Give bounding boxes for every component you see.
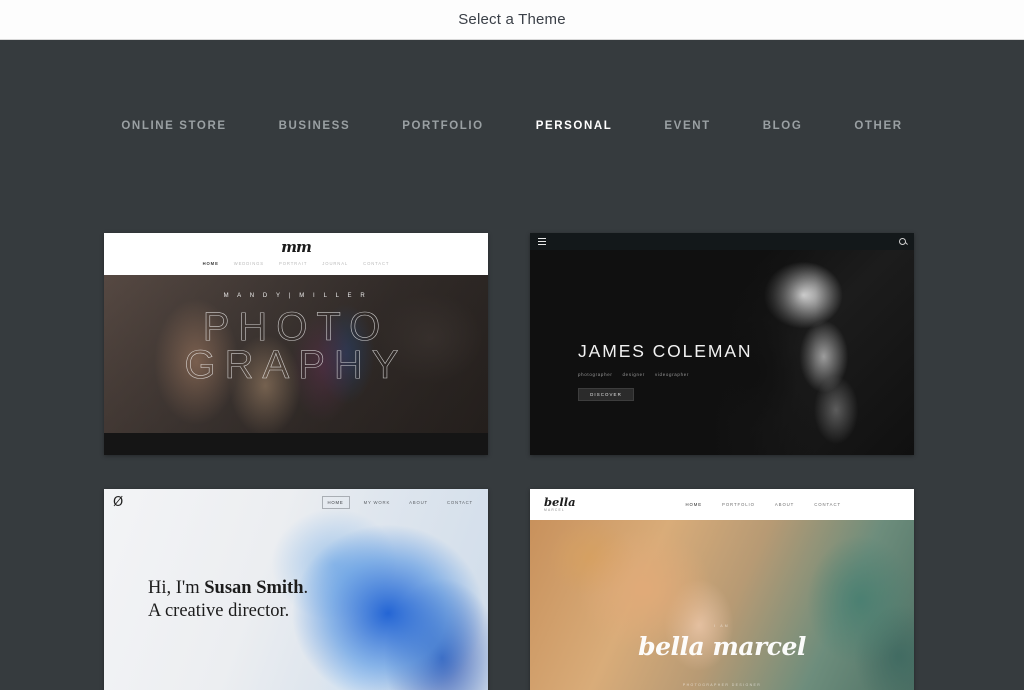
preview-nav-item: CONTACT	[446, 499, 473, 505]
preview-nav-item: ABOUT	[774, 502, 795, 507]
theme-card-james-coleman[interactable]: JAMES COLEMAN photographer designer vide…	[530, 233, 914, 455]
theme-hero-image: I AM bella marcel PHOTOGRAPHER DESIGNER …	[530, 520, 914, 690]
theme-card-mandy-miller[interactable]: mm HOME WEDDINGS PORTRAIT JOURNAL CONTAC…	[104, 233, 488, 455]
theme-card-bella-marcel[interactable]: bella MARCEL HOME PORTFOLIO ABOUT CONTAC…	[530, 489, 914, 690]
hero-headline-line2: GRAPHY	[184, 343, 408, 387]
preview-nav-item: CONTACT	[814, 502, 841, 507]
category-other[interactable]: OTHER	[854, 120, 902, 132]
theme-logo: Ø	[113, 494, 124, 510]
category-online-store[interactable]: ONLINE STORE	[121, 120, 226, 132]
theme-preview-header: mm HOME WEDDINGS PORTRAIT JOURNAL CONTAC…	[104, 233, 488, 275]
hero-title: bella marcel	[638, 632, 806, 661]
hero-tagline-1: PHOTOGRAPHER DESIGNER	[682, 683, 762, 687]
theme-hero-image: M A N D Y | M I L L E R PHOTO GRAPHY	[104, 275, 488, 433]
theme-preview-header: Ø HOME MY WORK ABOUT CONTACT	[104, 489, 488, 515]
hero-headline: Hi, I'm Susan Smith. A creative director…	[148, 577, 323, 622]
preview-nav-item: ABOUT	[409, 499, 428, 505]
discover-button: DISCOVER	[578, 388, 634, 401]
category-blog[interactable]: BLOG	[763, 120, 803, 132]
theme-preview-nav: HOME WEDDINGS PORTRAIT JOURNAL CONTACT	[203, 261, 390, 266]
theme-logo-script: bella	[544, 494, 576, 509]
theme-preview-nav: HOME MY WORK ABOUT CONTACT	[321, 495, 479, 509]
category-event[interactable]: EVENT	[664, 120, 710, 132]
page-title: Select a Theme	[458, 11, 566, 28]
theme-preview-footer	[104, 433, 488, 455]
hero-role: videographer	[654, 372, 690, 377]
headline-name: Susan Smith	[204, 578, 304, 598]
hamburger-icon	[538, 237, 546, 246]
theme-picker-stage: ONLINE STORE BUSINESS PORTFOLIO PERSONAL…	[0, 40, 1024, 690]
category-business[interactable]: BUSINESS	[279, 120, 351, 132]
theme-logo: mm	[281, 238, 312, 256]
theme-preview-nav: HOME PORTFOLIO ABOUT CONTACT	[686, 502, 841, 507]
theme-hero-content: JAMES COLEMAN photographer designer vide…	[578, 341, 752, 401]
preview-nav-item: CONTACT	[363, 261, 390, 266]
hero-eyebrow: I AM	[714, 624, 730, 628]
theme-logo-subtitle: MARCEL	[544, 508, 565, 513]
preview-nav-item: HOME	[685, 502, 703, 507]
preview-nav-item: JOURNAL	[322, 261, 349, 266]
theme-preview-header: bella MARCEL HOME PORTFOLIO ABOUT CONTAC…	[530, 489, 914, 520]
theme-grid: mm HOME WEDDINGS PORTRAIT JOURNAL CONTAC…	[104, 233, 914, 690]
window-titlebar: Select a Theme	[0, 0, 1024, 40]
preview-nav-item: HOME	[321, 495, 350, 509]
search-icon	[899, 238, 906, 245]
category-portfolio[interactable]: PORTFOLIO	[402, 120, 483, 132]
hero-role: designer	[622, 372, 645, 377]
hero-roles: photographer designer videographer	[578, 372, 752, 377]
preview-nav-item: PORTFOLIO	[722, 502, 755, 507]
preview-nav-item: WEDDINGS	[233, 261, 264, 266]
theme-logo: bella MARCEL	[544, 494, 576, 513]
preview-nav-item: MY WORK	[363, 499, 391, 505]
hero-title: JAMES COLEMAN	[578, 341, 753, 361]
category-nav: ONLINE STORE BUSINESS PORTFOLIO PERSONAL…	[0, 40, 1024, 132]
hero-headline-line1: PHOTO	[202, 305, 390, 349]
hero-eyebrow: M A N D Y | M I L L E R	[223, 293, 369, 299]
hero-role: photographer	[578, 372, 613, 377]
headline-prefix: Hi, I'm	[148, 578, 205, 598]
preview-nav-item: HOME	[202, 261, 219, 266]
category-personal[interactable]: PERSONAL	[536, 120, 613, 132]
theme-card-susan-smith[interactable]: Ø HOME MY WORK ABOUT CONTACT Hi, I'm Sus…	[104, 489, 488, 690]
theme-preview-header	[530, 233, 914, 250]
preview-nav-item: PORTRAIT	[279, 261, 308, 266]
